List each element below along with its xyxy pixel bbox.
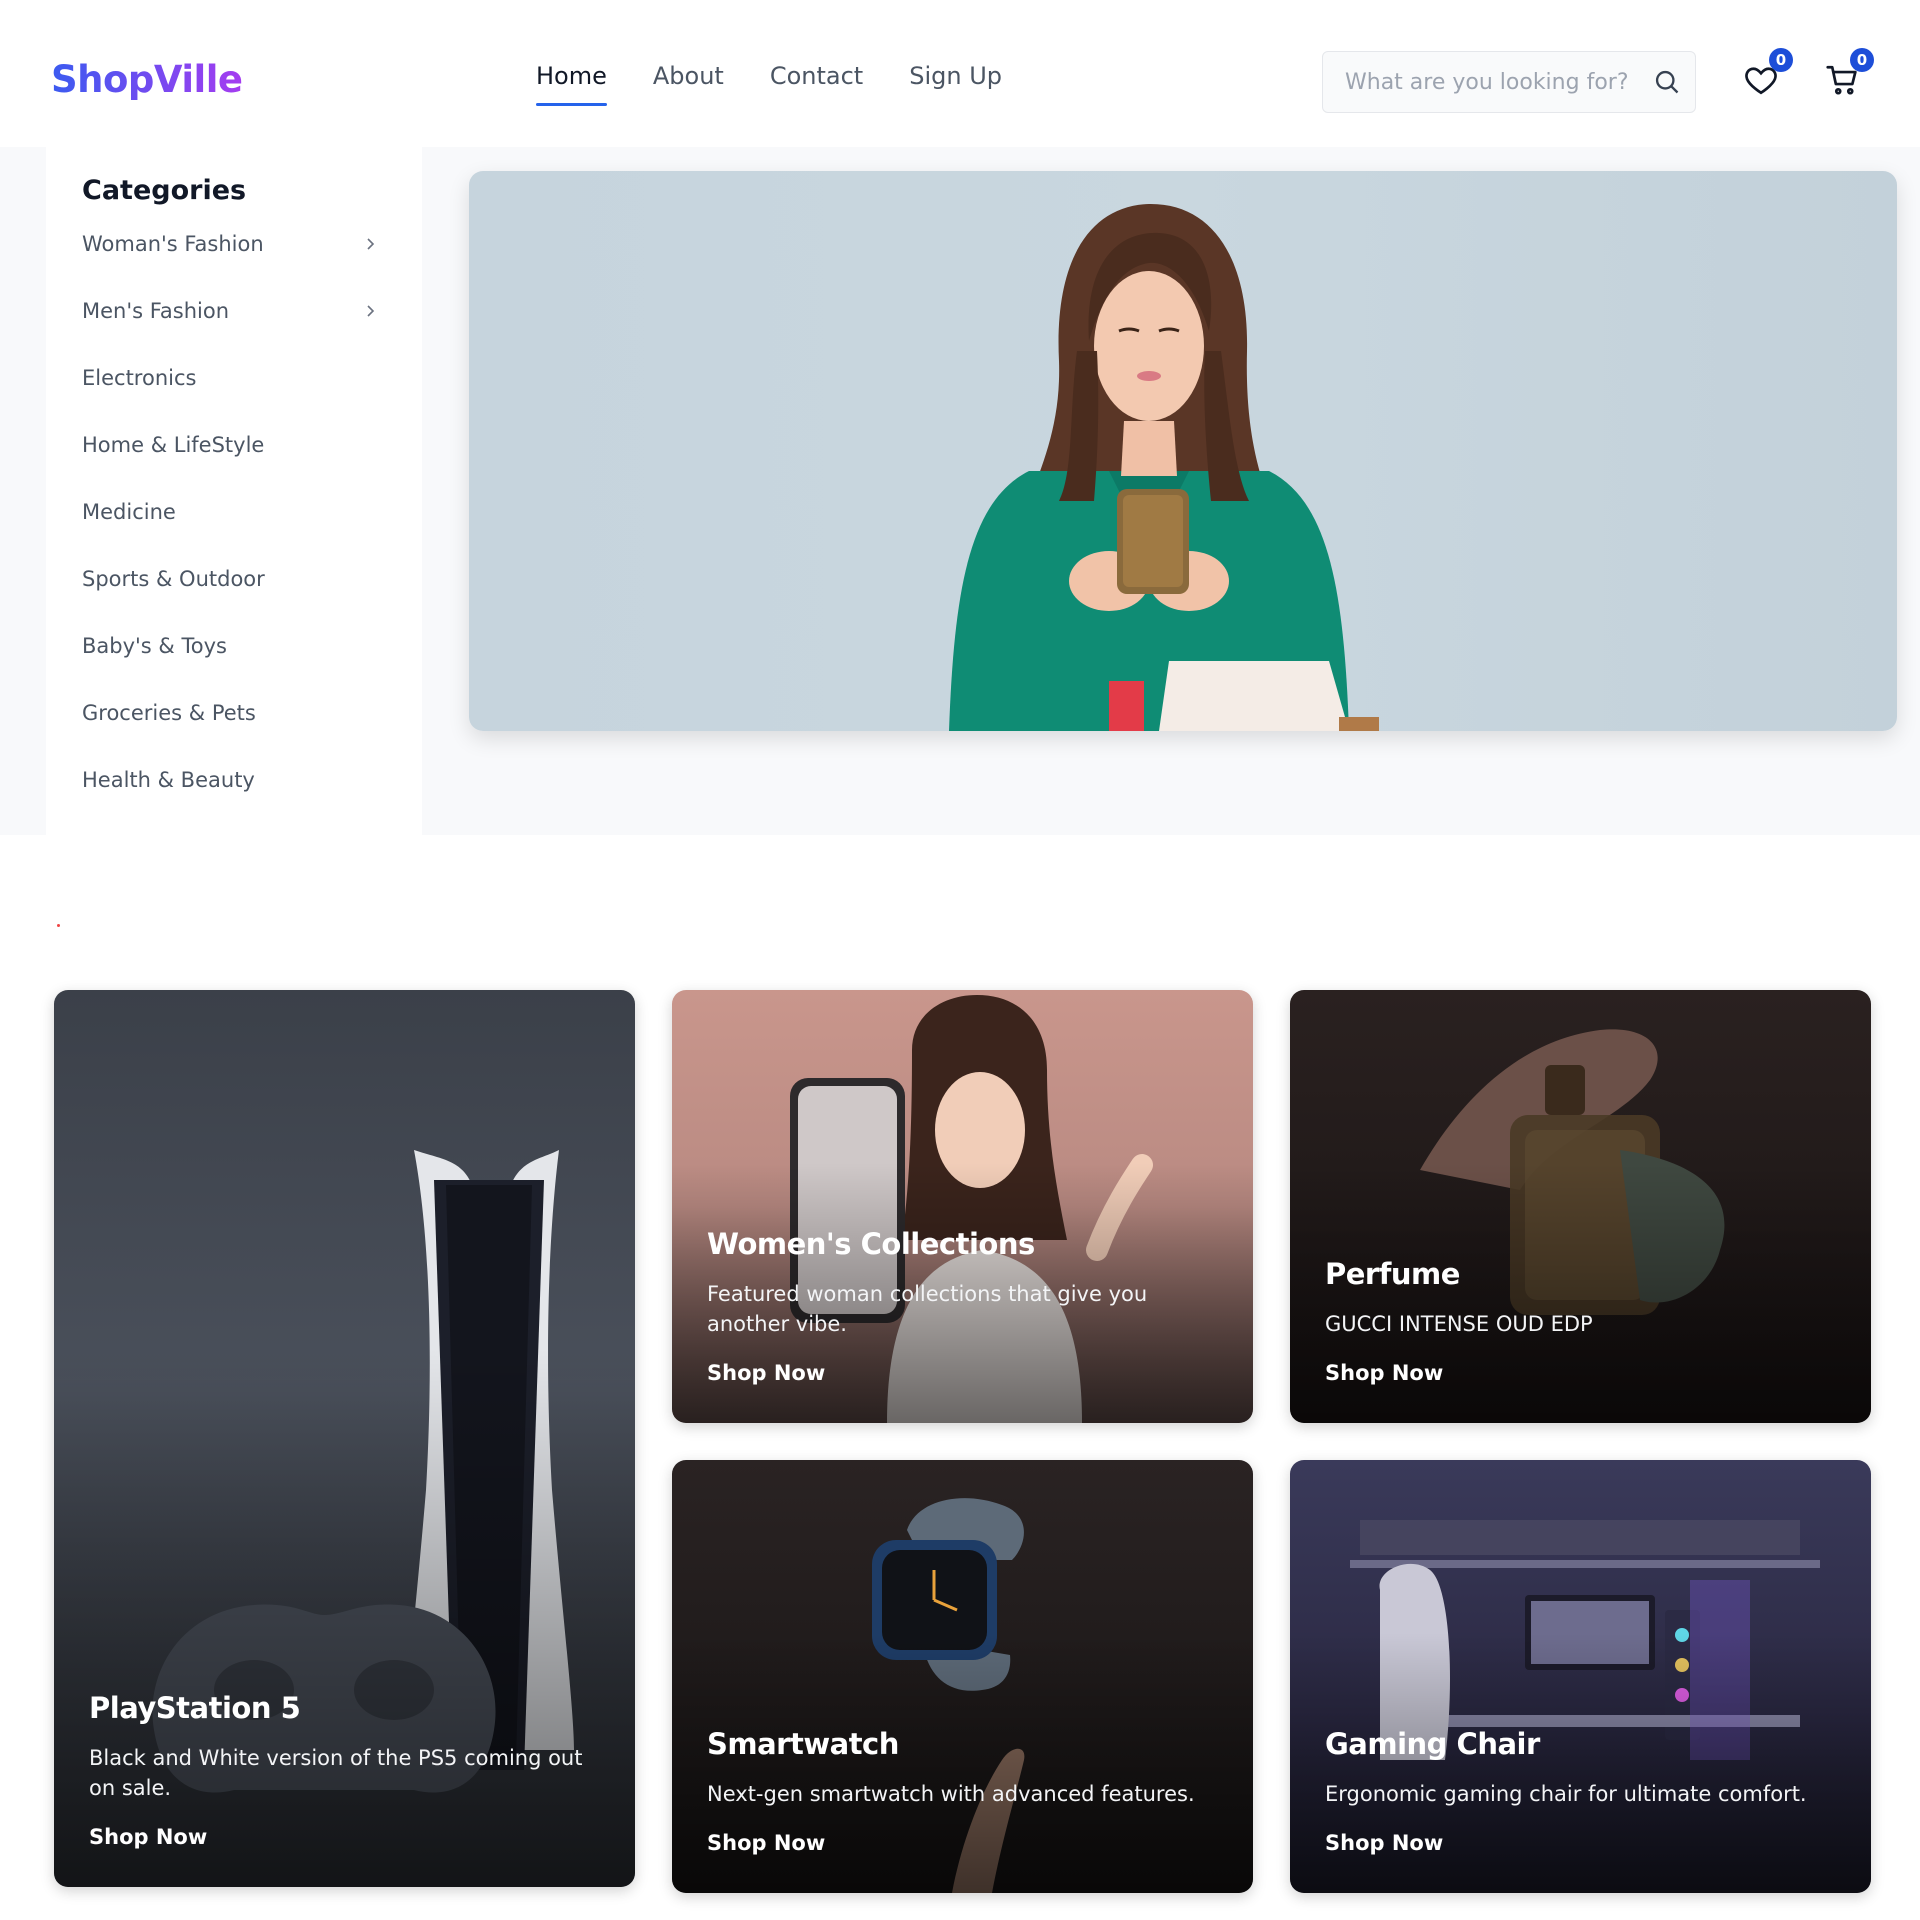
search-input[interactable] bbox=[1345, 69, 1635, 95]
promo-description: Next-gen smartwatch with advanced featur… bbox=[707, 1782, 1195, 1806]
category-item-electronics[interactable]: Electronics bbox=[82, 366, 382, 433]
shop-now-link[interactable]: Shop Now bbox=[1325, 1831, 1443, 1855]
category-item-groceries-pets[interactable]: Groceries & Pets bbox=[82, 701, 382, 768]
wishlist-button[interactable]: 0 bbox=[1743, 48, 1793, 98]
cart-count-badge: 0 bbox=[1850, 48, 1874, 72]
promo-card-smartwatch[interactable]: Smartwatch Next-gen smartwatch with adva… bbox=[672, 1460, 1253, 1893]
category-item-sports-outdoor[interactable]: Sports & Outdoor bbox=[82, 567, 382, 634]
categories-title: Categories bbox=[82, 175, 247, 206]
decorative-dot bbox=[57, 924, 60, 927]
promo-description: GUCCI INTENSE OUD EDP bbox=[1325, 1312, 1593, 1336]
chevron-right-icon bbox=[367, 238, 375, 250]
main-nav: Home About Contact Sign Up bbox=[536, 62, 1002, 106]
category-item-medicine[interactable]: Medicine bbox=[82, 500, 382, 567]
search-icon[interactable] bbox=[1653, 68, 1681, 96]
nav-sign-up[interactable]: Sign Up bbox=[909, 62, 1002, 90]
cart-button[interactable]: 0 bbox=[1824, 48, 1874, 98]
nav-about[interactable]: About bbox=[653, 62, 724, 90]
promo-card-perfume[interactable]: Perfume GUCCI INTENSE OUD EDP Shop Now bbox=[1290, 990, 1871, 1423]
promo-title: Smartwatch bbox=[707, 1727, 899, 1761]
promo-card-playstation-5[interactable]: PlayStation 5 Black and White version of… bbox=[54, 990, 635, 1887]
category-list: Woman's Fashion Men's Fashion Electronic… bbox=[82, 232, 382, 835]
logo[interactable]: ShopVille bbox=[51, 58, 243, 101]
shop-now-link[interactable]: Shop Now bbox=[707, 1831, 825, 1855]
promo-description: Ergonomic gaming chair for ultimate comf… bbox=[1325, 1782, 1807, 1806]
categories-sidebar: Categories Woman's Fashion Men's Fashion… bbox=[46, 147, 422, 835]
category-item-womens-fashion[interactable]: Woman's Fashion bbox=[82, 232, 382, 299]
site-header: ShopVille Home About Contact Sign Up 0 0 bbox=[0, 0, 1920, 147]
promo-title: Women's Collections bbox=[707, 1227, 1035, 1261]
promo-title: PlayStation 5 bbox=[89, 1691, 301, 1725]
search-box bbox=[1322, 51, 1696, 113]
category-item-mens-fashion[interactable]: Men's Fashion bbox=[82, 299, 382, 366]
promo-title: Gaming Chair bbox=[1325, 1727, 1540, 1761]
category-item-babys-toys[interactable]: Baby's & Toys bbox=[82, 634, 382, 701]
promo-card-womens-collections[interactable]: Women's Collections Featured woman colle… bbox=[672, 990, 1253, 1423]
chevron-right-icon bbox=[367, 305, 375, 317]
promo-card-gaming-chair[interactable]: Gaming Chair Ergonomic gaming chair for … bbox=[1290, 1460, 1871, 1893]
category-item-health-beauty[interactable]: Health & Beauty bbox=[82, 768, 382, 835]
shop-now-link[interactable]: Shop Now bbox=[707, 1361, 825, 1385]
hero-section: Categories Woman's Fashion Men's Fashion… bbox=[0, 147, 1920, 835]
shop-now-link[interactable]: Shop Now bbox=[89, 1825, 207, 1849]
shop-now-link[interactable]: Shop Now bbox=[1325, 1361, 1443, 1385]
hero-woman-image bbox=[949, 203, 1379, 731]
nav-home[interactable]: Home bbox=[536, 62, 607, 106]
wishlist-count-badge: 0 bbox=[1769, 48, 1793, 72]
hero-banner[interactable] bbox=[469, 171, 1897, 731]
nav-contact[interactable]: Contact bbox=[770, 62, 863, 90]
promo-description: Black and White version of the PS5 comin… bbox=[89, 1746, 583, 1800]
promo-description: Featured woman collections that give you… bbox=[707, 1282, 1148, 1336]
category-item-home-lifestyle[interactable]: Home & LifeStyle bbox=[82, 433, 382, 500]
promo-title: Perfume bbox=[1325, 1257, 1460, 1291]
